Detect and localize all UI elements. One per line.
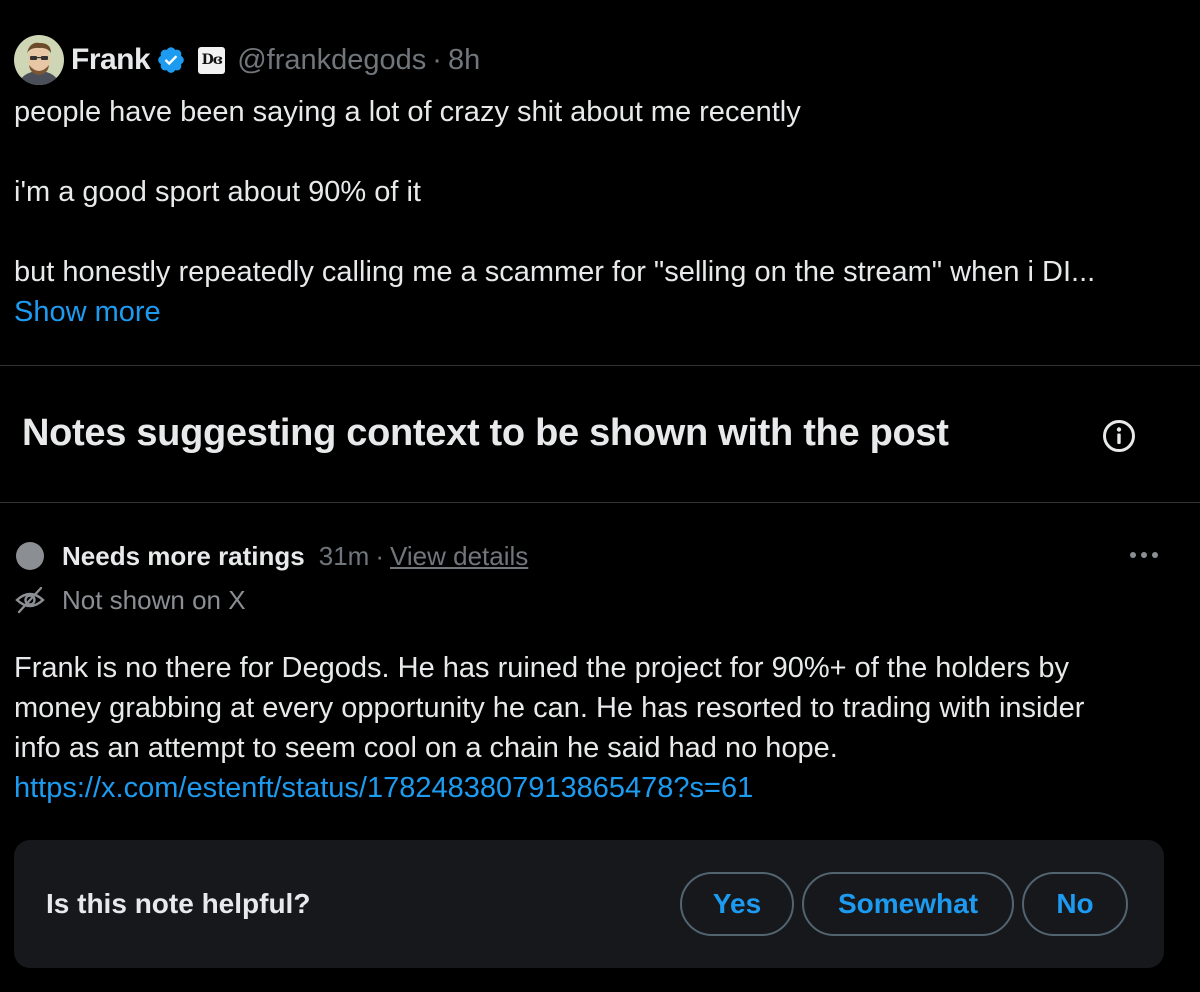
post-header: Frank Dɞ @frankdegods · 8h	[14, 34, 480, 86]
note-line: Frank is no there for Degods. He has rui…	[14, 652, 1070, 684]
info-icon[interactable]	[1102, 419, 1136, 453]
rate-yes-button[interactable]: Yes	[680, 872, 794, 936]
note-age: 31m	[318, 540, 370, 571]
note-line: info as an attempt to seem cool on a cha…	[14, 732, 838, 764]
note-source-link[interactable]: https://x.com/estenft/status/17824838079…	[14, 772, 753, 804]
separator-dot: ·	[375, 540, 384, 571]
avatar[interactable]	[14, 35, 64, 85]
visibility-label: Not shown on X	[62, 584, 246, 615]
rate-no-button[interactable]: No	[1022, 872, 1128, 936]
note-visibility: Not shown on X	[14, 582, 246, 618]
rating-card: Is this note helpful? Yes Somewhat No	[14, 840, 1164, 968]
note-meta: Needs more ratings 31m · View details	[16, 536, 528, 576]
verified-badge-icon	[156, 45, 186, 75]
eye-off-icon	[14, 584, 46, 616]
note-body: Frank is no there for Degods. He has rui…	[14, 648, 1184, 808]
affiliate-badge-icon[interactable]: Dɞ	[198, 46, 226, 74]
post-timestamp[interactable]: 8h	[448, 44, 480, 77]
show-more-link[interactable]: Show more	[14, 292, 161, 332]
post: Frank Dɞ @frankdegods · 8h people have b…	[0, 0, 1200, 366]
divider	[0, 365, 1200, 366]
rating-question: Is this note helpful?	[46, 888, 311, 919]
rate-somewhat-button[interactable]: Somewhat	[802, 872, 1014, 936]
divider	[0, 502, 1200, 503]
note-line: money grabbing at every opportunity he c…	[14, 692, 1085, 724]
post-line: people have been saying a lot of crazy s…	[14, 96, 801, 128]
note-status: Needs more ratings	[62, 540, 305, 571]
notes-section-heading: Notes suggesting context to be shown wit…	[22, 412, 949, 454]
post-line: but honestly repeatedly calling me a sca…	[14, 256, 1096, 288]
author-name[interactable]: Frank	[71, 43, 151, 77]
separator-dot: ·	[432, 43, 442, 76]
post-line: i'm a good sport about 90% of it	[14, 176, 421, 208]
author-handle[interactable]: @frankdegods	[237, 44, 426, 77]
post-text: people have been saying a lot of crazy s…	[14, 92, 1174, 292]
view-details-link[interactable]: View details	[390, 541, 528, 572]
status-dot-icon	[16, 542, 44, 570]
more-options-icon[interactable]	[1122, 540, 1166, 570]
